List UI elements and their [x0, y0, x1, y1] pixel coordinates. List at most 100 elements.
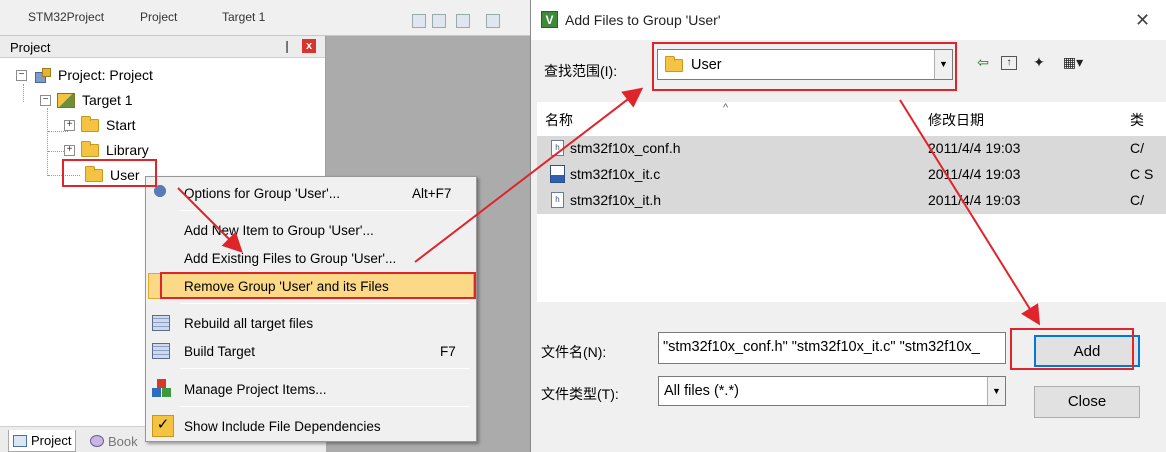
collapse-icon[interactable]: −: [16, 69, 27, 81]
filetype-label: 文件类型(T):: [541, 386, 619, 402]
h-file-icon: h: [551, 192, 564, 208]
menu-item-label: Options for Group 'User'...: [184, 185, 340, 201]
project-icon: [33, 67, 51, 83]
tree-item-label: Target 1: [82, 92, 133, 108]
menu-separator: [180, 368, 470, 369]
menu-item-label: Add New Item to Group 'User'...: [184, 222, 374, 238]
tree-item-target[interactable]: − Target 1: [40, 90, 133, 110]
toolbar-button[interactable]: [432, 14, 446, 28]
target-icon: [57, 92, 75, 108]
tab-project[interactable]: Project: [8, 430, 77, 452]
folder-icon: [81, 140, 99, 157]
view-menu-icon[interactable]: ▦▾: [1059, 54, 1087, 72]
folder-icon: [81, 115, 99, 132]
menu-item-shortcut: F7: [440, 343, 456, 359]
menu-item-add-new-item[interactable]: Add New Item to Group 'User'...: [148, 217, 474, 243]
ide-toolbar: STM32Project Project Target 1: [0, 0, 530, 36]
toolbar-button[interactable]: [486, 14, 500, 28]
dialog-titlebar: V Add Files to Group 'User' ✕: [531, 0, 1166, 40]
new-folder-icon[interactable]: ✦: [1029, 54, 1049, 72]
file-name: stm32f10x_it.c: [570, 166, 661, 182]
c-file-icon: [550, 165, 565, 183]
menu-separator: [180, 303, 470, 304]
menu-item-options-for-group[interactable]: Options for Group 'User'... Alt+F7: [148, 180, 474, 206]
menu-item-label: Rebuild all target files: [184, 315, 314, 331]
file-list-footer: [537, 302, 1166, 324]
tree-item-group-library[interactable]: + Library: [64, 140, 149, 160]
tree-item-group-start[interactable]: + Start: [64, 115, 136, 135]
annotation-box-add-button: [1010, 328, 1134, 370]
tab-label: Book: [108, 433, 138, 449]
file-row[interactable]: h stm32f10x_conf.h 2011/4/4 19:03 C/: [537, 136, 1166, 162]
file-type: C/: [1130, 140, 1144, 156]
build-icon: [152, 343, 170, 359]
file-row[interactable]: h stm32f10x_it.h 2011/4/4 19:03 C/: [537, 188, 1166, 214]
annotation-box-remove-item: [160, 272, 476, 299]
menu-item-label: Add Existing Files to Group 'User'...: [184, 250, 397, 266]
menu-item-rebuild-all[interactable]: Rebuild all target files: [148, 310, 474, 336]
menu-item-label: Show Include File Dependencies: [184, 418, 381, 434]
tree-item-label: Project: Project: [58, 67, 153, 83]
project-tab-icon: [13, 434, 27, 447]
file-name: stm32f10x_it.h: [570, 192, 662, 208]
menu-item-shortcut: Alt+F7: [412, 185, 452, 201]
book-tab-icon: [90, 435, 104, 447]
column-header-date[interactable]: 修改日期: [928, 110, 984, 130]
filetype-select[interactable]: All files (*.*) ▼: [658, 376, 1006, 406]
panel-title: Project: [10, 40, 51, 55]
close-icon[interactable]: ✕: [1135, 10, 1150, 31]
close-button[interactable]: Close: [1034, 386, 1140, 418]
collapse-icon[interactable]: −: [40, 94, 51, 106]
annotation-box-user-group: [62, 159, 157, 187]
tree-item-label: Start: [106, 117, 136, 133]
column-header-type[interactable]: 类: [1130, 110, 1144, 130]
menu-item-add-existing-files[interactable]: Add Existing Files to Group 'User'...: [148, 245, 474, 271]
menu-item-label: Build Target: [184, 343, 256, 359]
manage-items-icon: [152, 379, 172, 399]
tree-connector: [47, 108, 48, 176]
chevron-down-icon[interactable]: ▼: [987, 377, 1005, 405]
pin-icon[interactable]: ❘: [282, 39, 292, 53]
menu-separator: [180, 210, 470, 211]
tree-connector: [23, 84, 24, 102]
tab-label: Project: [31, 433, 72, 448]
expand-icon[interactable]: +: [64, 144, 75, 156]
filetype-value: All files (*.*): [664, 383, 739, 399]
column-header-name[interactable]: 名称: [545, 110, 573, 130]
tab-books[interactable]: Book: [86, 430, 142, 452]
toolbar-project-file[interactable]: STM32Project: [28, 10, 104, 24]
toolbar-button[interactable]: [456, 14, 470, 28]
menu-item-build-target[interactable]: Build Target F7: [148, 338, 474, 364]
filename-label: 文件名(N):: [541, 344, 607, 360]
expand-icon[interactable]: +: [64, 119, 75, 131]
toolbar-target-select[interactable]: Target 1: [222, 10, 265, 24]
menu-item-show-include-deps[interactable]: ✓ Show Include File Dependencies: [148, 413, 474, 439]
up-folder-icon[interactable]: ↑: [1001, 56, 1017, 70]
rebuild-icon: [152, 315, 170, 331]
file-type: C/: [1130, 192, 1144, 208]
menu-separator: [180, 406, 470, 407]
lookin-label: 查找范围(I):: [544, 63, 618, 79]
file-date: 2011/4/4 19:03: [928, 140, 1021, 156]
sort-ascending-icon: ^: [723, 102, 729, 114]
h-file-icon: h: [551, 140, 564, 156]
check-icon: ✓: [152, 415, 174, 437]
menu-item-manage-project-items[interactable]: Manage Project Items...: [148, 376, 474, 402]
tree-item-project-root[interactable]: − Project: Project: [16, 65, 153, 85]
annotation-box-lookin: [652, 42, 957, 91]
file-list[interactable]: ^ 名称 修改日期 类 h stm32f10x_conf.h 2011/4/4 …: [537, 102, 1166, 314]
context-menu: Options for Group 'User'... Alt+F7 Add N…: [145, 176, 477, 442]
menu-item-label: Manage Project Items...: [184, 381, 327, 397]
filename-input[interactable]: "stm32f10x_conf.h" "stm32f10x_it.c" "stm…: [658, 332, 1006, 364]
file-date: 2011/4/4 19:03: [928, 166, 1021, 182]
back-arrow-icon[interactable]: ⇦: [973, 54, 993, 72]
toolbar-project-label[interactable]: Project: [140, 10, 177, 24]
panel-header: Project ❘ x: [0, 36, 325, 58]
toolbar-button[interactable]: [412, 14, 426, 28]
close-icon[interactable]: x: [302, 39, 316, 53]
tree-item-label: Library: [106, 142, 149, 158]
file-name: stm32f10x_conf.h: [570, 140, 681, 156]
file-row[interactable]: stm32f10x_it.c 2011/4/4 19:03 C S: [537, 162, 1166, 188]
file-date: 2011/4/4 19:03: [928, 192, 1021, 208]
keil-app-icon: V: [541, 11, 558, 28]
